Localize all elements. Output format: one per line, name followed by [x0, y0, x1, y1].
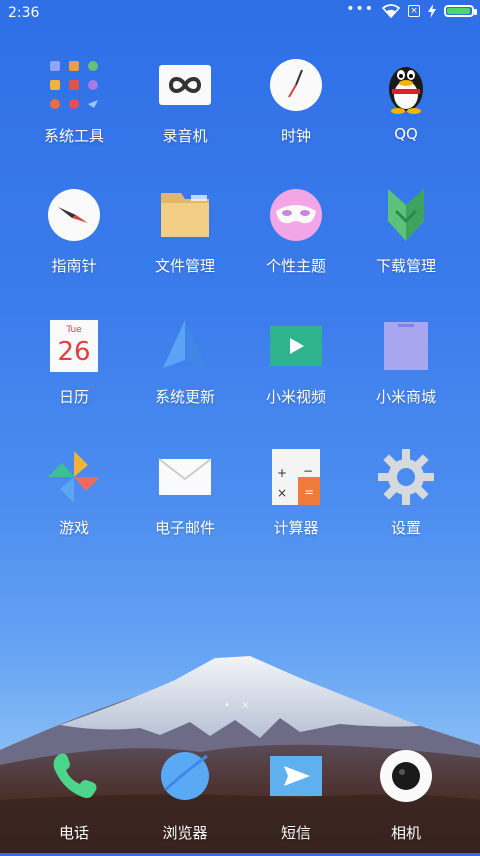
svg-text:+: +	[277, 466, 287, 480]
shop-bag-icon	[376, 316, 436, 376]
app-file-manager[interactable]: 文件管理	[130, 185, 240, 295]
app-recorder[interactable]: 录音机	[130, 55, 240, 165]
app-folder-tools[interactable]: 系统工具	[19, 55, 129, 165]
browser-icon	[155, 746, 215, 806]
app-label: 下载管理	[375, 257, 436, 275]
app-compass[interactable]: 指南针	[19, 185, 129, 295]
app-shop-bag[interactable]: 小米商城	[351, 316, 461, 426]
svg-text:×: ×	[277, 486, 287, 500]
page-indicator: • ×	[224, 700, 254, 711]
app-label: 系统更新	[154, 388, 215, 406]
calendar-icon: Tue 26	[44, 316, 104, 376]
dock-label: 相机	[390, 824, 421, 842]
system-update-icon	[155, 316, 215, 376]
dock-message[interactable]: 短信	[241, 746, 351, 856]
app-label: 游戏	[58, 519, 89, 537]
dock-label: 短信	[280, 824, 311, 842]
dock-label: 浏览器	[162, 824, 208, 842]
svg-text:26: 26	[57, 337, 90, 367]
app-video-play[interactable]: 小米视频	[241, 316, 351, 426]
dock-phone[interactable]: 电话	[19, 746, 129, 856]
dock-browser[interactable]: 浏览器	[130, 746, 240, 856]
app-label: 时钟	[280, 127, 311, 145]
clock-icon	[266, 55, 326, 115]
status-bar: 2:36 ••• ×	[0, 0, 480, 28]
sim-x-icon: ×	[408, 5, 420, 17]
notification-dots-icon: •••	[346, 1, 374, 17]
app-pinwheel-games[interactable]: 游戏	[19, 447, 129, 557]
video-play-icon	[266, 316, 326, 376]
app-label: 设置	[390, 519, 421, 537]
email-envelope-icon	[155, 447, 215, 507]
recorder-icon	[155, 55, 215, 115]
file-manager-icon	[155, 185, 215, 245]
themes-mask-icon	[266, 185, 326, 245]
folder-tools-icon	[44, 55, 104, 115]
app-clock[interactable]: 时钟	[241, 55, 351, 165]
dock-label: 电话	[58, 824, 89, 842]
app-label: 计算器	[273, 519, 319, 537]
status-icons: ••• ×	[346, 1, 477, 18]
status-time: 2:36	[8, 5, 40, 21]
app-gear[interactable]: 设置	[351, 447, 461, 557]
compass-icon	[44, 185, 104, 245]
app-calculator[interactable]: + − × = 计算器	[241, 447, 351, 557]
calculator-icon: + − × =	[266, 447, 326, 507]
app-download-manager[interactable]: 下载管理	[351, 185, 461, 295]
dock-camera[interactable]: 相机	[351, 746, 461, 856]
app-label: 文件管理	[154, 257, 215, 275]
qq-penguin-icon	[376, 55, 436, 115]
battery-fill	[447, 8, 470, 14]
app-label: 录音机	[162, 127, 208, 145]
phone-icon	[44, 746, 104, 806]
svg-text:−: −	[303, 464, 313, 478]
app-label: 电子邮件	[154, 519, 215, 537]
svg-text:Tue: Tue	[65, 325, 82, 335]
charging-bolt-icon	[428, 4, 436, 18]
app-themes-mask[interactable]: 个性主题	[241, 185, 351, 295]
app-qq-penguin[interactable]: QQ	[351, 55, 461, 165]
gear-icon	[376, 447, 436, 507]
download-manager-icon	[376, 185, 436, 245]
app-label: 个性主题	[265, 257, 326, 275]
app-label: 日历	[58, 388, 89, 406]
app-system-update[interactable]: 系统更新	[130, 316, 240, 426]
wifi-icon	[382, 4, 400, 18]
app-label: 系统工具	[43, 127, 104, 145]
app-label: QQ	[394, 125, 418, 143]
app-label: 小米视频	[265, 388, 326, 406]
pinwheel-games-icon	[44, 447, 104, 507]
app-label: 指南针	[51, 257, 97, 275]
battery-icon	[444, 5, 477, 17]
camera-icon	[376, 746, 436, 806]
svg-text:=: =	[304, 485, 314, 499]
message-icon	[266, 746, 326, 806]
app-label: 小米商城	[375, 388, 436, 406]
app-email-envelope[interactable]: 电子邮件	[130, 447, 240, 557]
app-calendar[interactable]: Tue 26 日历	[19, 316, 129, 426]
